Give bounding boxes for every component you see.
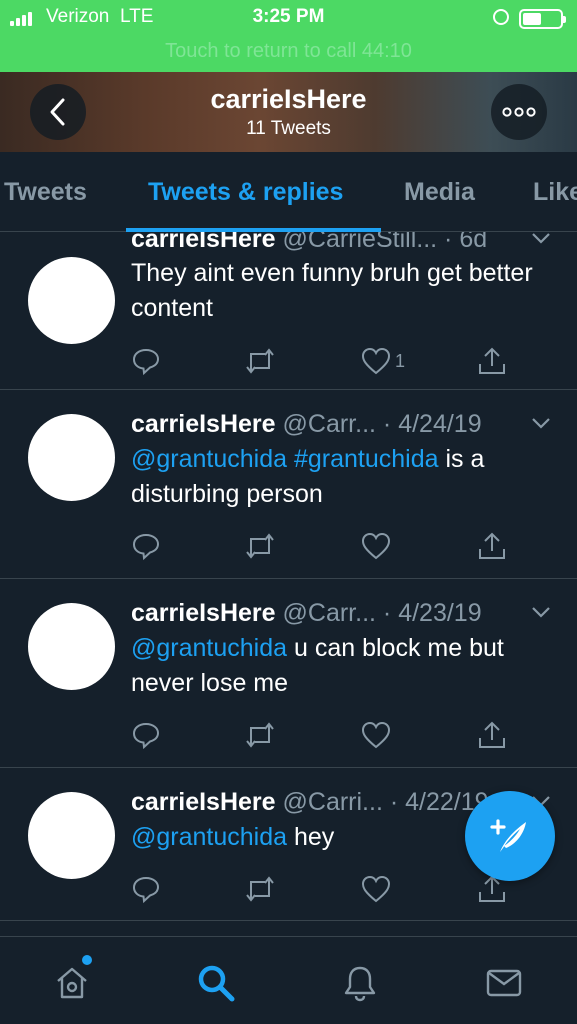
retweet-icon [246,876,274,902]
tweet-author-handle: @Carr... [282,410,376,438]
tweet-author-handle: @CarrieStill... [282,232,438,253]
retweet-icon [246,722,274,748]
alarm-icon [493,9,509,25]
retweet-button[interactable] [243,531,277,561]
tweet-date: · 4/23/19 [382,599,482,627]
reply-icon [132,348,160,376]
tab-media[interactable]: Media [404,178,475,207]
notification-dot [82,955,92,965]
share-button[interactable] [477,531,507,561]
retweet-button[interactable] [243,346,277,376]
tweet-actions [131,720,511,750]
tweet-date: · 4/24/19 [382,410,482,438]
tweet-author-name: carrieIsHere [131,232,276,253]
reply-icon [132,533,160,561]
chevron-down-icon[interactable] [531,605,551,619]
tweet-author-handle: @Carri... [282,788,383,816]
mention-link[interactable]: @grantuchida [131,823,287,851]
avatar[interactable] [28,414,115,501]
tweet-author-name: carrieIsHere [131,788,276,816]
avatar[interactable] [28,792,115,879]
profile-header: carrieIsHere 11 Tweets [0,72,577,152]
retweet-icon [246,533,274,559]
tweet-actions [131,531,511,561]
mail-icon [486,969,522,997]
like-button[interactable] [361,720,395,750]
status-bar: Verizon LTE 3:25 PM Touch to return to c… [0,0,577,72]
tweet-item[interactable]: carrieIsHere @Carr... · 4/23/19 @grantuc… [0,579,577,768]
tweet-actions [131,874,511,904]
status-time: 3:25 PM [252,6,325,27]
tweet-author-name: carrieIsHere [131,410,276,438]
compose-tweet-button[interactable] [465,791,555,881]
share-icon [479,721,505,748]
profile-tabs: Tweets Tweets & replies Media Likes [0,152,577,232]
like-button[interactable] [361,531,395,561]
heart-icon [361,721,391,749]
share-icon [479,532,505,559]
mention-link[interactable]: @grantuchida [131,634,287,662]
tweet-author-name: carrieIsHere [131,599,276,627]
nav-notifications[interactable] [338,961,382,1005]
tab-likes[interactable]: Likes [533,178,577,207]
tab-tweets[interactable]: Tweets [4,178,87,207]
nav-home[interactable] [50,955,94,1005]
tweet-text: @grantuchida #grantuchida is a disturbin… [131,445,485,508]
compose-tweet-icon [490,819,526,852]
heart-icon [361,347,391,375]
reply-icon [132,876,160,904]
reply-icon [132,722,160,750]
chevron-down-icon[interactable] [531,416,551,430]
heart-icon [361,532,391,560]
tweet-count: 11 Tweets [246,118,331,139]
reply-button[interactable] [131,874,161,904]
avatar[interactable] [28,603,115,690]
tweet-text: @grantuchida u can block me but never lo… [131,634,504,697]
more-options-button[interactable] [491,84,547,140]
share-button[interactable] [477,346,507,376]
reply-button[interactable] [131,720,161,750]
retweet-button[interactable] [243,874,277,904]
like-button[interactable] [361,874,395,904]
more-icon [502,107,536,117]
return-to-call-banner[interactable]: Touch to return to call 44:10 [0,40,577,63]
tweet-item[interactable]: carrieIsHere @Carr... · 4/24/19 @grantuc… [0,390,577,579]
tweet-author-handle: @Carr... [282,599,376,627]
bell-icon [344,966,376,1002]
reply-button[interactable] [131,531,161,561]
mention-link[interactable]: @grantuchida [131,445,287,473]
nav-messages[interactable] [482,961,526,1005]
tweet-item[interactable]: carrieIsHere @CarrieStill... · 6d They a… [0,232,577,390]
avatar[interactable] [28,257,115,344]
like-count: 1 [395,350,406,371]
chevron-down-icon[interactable] [531,232,551,245]
heart-icon [361,875,391,903]
tweet-date: · 6d [444,232,488,253]
bottom-nav [0,936,577,1024]
share-icon [479,347,505,374]
search-icon [198,965,235,1002]
home-icon [57,967,87,999]
retweet-button[interactable] [243,720,277,750]
share-button[interactable] [477,720,507,750]
retweet-icon [246,348,274,374]
tab-tweets-and-replies[interactable]: Tweets & replies [148,178,343,207]
tweet-actions: 1 [131,346,511,376]
battery-icon [519,9,566,29]
like-button[interactable]: 1 [361,346,405,376]
tweet-text: They aint even funny bruh get better con… [131,259,533,322]
nav-search[interactable] [194,961,238,1005]
hashtag-link[interactable]: #grantuchida [294,445,439,473]
reply-button[interactable] [131,346,161,376]
